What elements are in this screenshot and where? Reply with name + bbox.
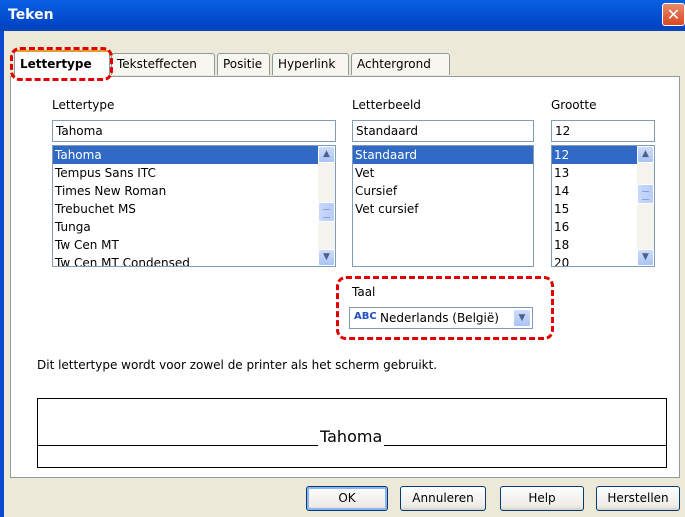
font-size-input[interactable]: 12 [551, 120, 655, 142]
tab-positie[interactable]: Positie [217, 53, 270, 75]
list-item[interactable]: Times New Roman [53, 182, 335, 200]
tab-teksteffecten[interactable]: Teksteffecten [111, 53, 215, 75]
scroll-thumb[interactable] [318, 202, 335, 222]
list-item[interactable]: Standaard [353, 146, 533, 164]
font-style-input[interactable]: Standaard [352, 120, 534, 142]
list-item[interactable]: Tw Cen MT Condensed [53, 254, 335, 266]
scroll-up-button[interactable]: ▲ [637, 146, 654, 163]
tab-achtergrond[interactable]: Achtergrond [351, 53, 450, 75]
title-bar[interactable]: Teken ✕ [0, 0, 685, 31]
font-style-label: Letterbeeld [352, 98, 421, 112]
list-item[interactable]: Tempus Sans ITC [53, 164, 335, 182]
list-item[interactable]: Tunga [53, 218, 335, 236]
tab-label: Teksteffecten [117, 57, 197, 71]
font-family-label: Lettertype [52, 98, 115, 112]
font-dialog: Teken ✕ Lettertype Teksteffecten Positie… [0, 0, 685, 517]
font-size-label: Grootte [551, 98, 597, 112]
font-family-input[interactable]: Tahoma [52, 120, 336, 142]
font-size-scrollbar[interactable]: ▲ ▼ [637, 146, 654, 266]
help-button[interactable]: Help [500, 486, 584, 511]
tab-highlight-annotation [10, 47, 113, 81]
list-item[interactable]: Tahoma [53, 146, 335, 164]
info-text: Dit lettertype wordt voor zowel de print… [37, 358, 438, 372]
close-icon: ✕ [666, 5, 681, 24]
close-button[interactable]: ✕ [662, 3, 685, 26]
font-size-value: 12 [555, 124, 571, 138]
tab-label: Hyperlink [278, 57, 336, 71]
list-item[interactable]: Trebuchet MS [53, 200, 335, 218]
font-family-value: Tahoma [56, 124, 103, 138]
font-preview: Tahoma [37, 398, 667, 468]
list-item[interactable]: Vet cursief [353, 200, 533, 218]
tab-label: Positie [223, 57, 263, 71]
ok-button[interactable]: OK [306, 486, 388, 511]
list-item[interactable]: Cursief [353, 182, 533, 200]
font-size-list[interactable]: 12 13 14 15 16 18 20 ▲ ▼ [551, 145, 655, 267]
font-family-scrollbar[interactable]: ▲ ▼ [318, 146, 335, 266]
font-family-list[interactable]: Tahoma Tempus Sans ITC Times New Roman T… [52, 145, 336, 267]
scroll-down-button[interactable]: ▼ [637, 249, 654, 266]
reset-button[interactable]: Herstellen [596, 486, 680, 511]
font-style-list[interactable]: Standaard Vet Cursief Vet cursief [352, 145, 534, 267]
preview-sample: Tahoma [318, 427, 385, 446]
list-item[interactable]: Vet [353, 164, 533, 182]
font-style-value: Standaard [356, 124, 418, 138]
scroll-down-button[interactable]: ▼ [318, 249, 335, 266]
tab-hyperlink[interactable]: Hyperlink [272, 53, 349, 75]
dialog-title: Teken [8, 7, 54, 23]
language-highlight-annotation [336, 276, 554, 340]
scroll-up-button[interactable]: ▲ [318, 146, 335, 163]
cancel-button[interactable]: Annuleren [400, 486, 486, 511]
window-frame [0, 31, 4, 517]
tab-label: Achtergrond [357, 57, 431, 71]
list-item[interactable]: Tw Cen MT [53, 236, 335, 254]
scroll-thumb[interactable] [637, 184, 654, 204]
